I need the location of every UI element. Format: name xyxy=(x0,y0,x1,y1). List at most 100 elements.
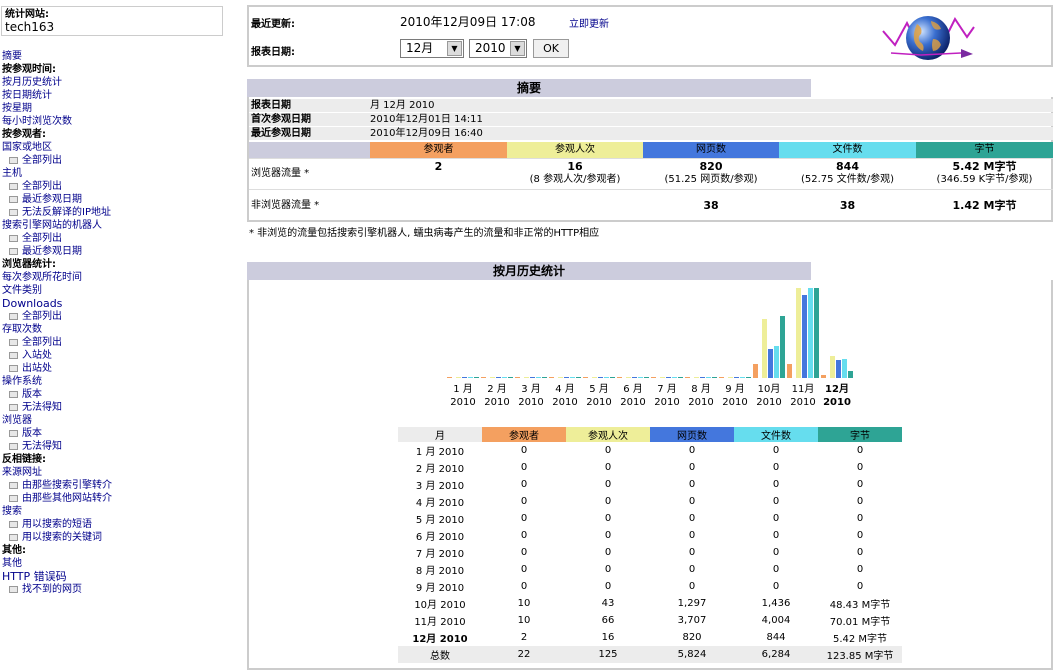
sidebar-item-41[interactable]: 找不到的网页 xyxy=(0,583,226,596)
sidebar-item-37[interactable]: 用以搜索的关键词 xyxy=(0,531,226,544)
bar-6-series-0 xyxy=(617,377,622,378)
sidebar-item-30[interactable]: 无法得知 xyxy=(0,440,226,453)
cell-bandwidth: 0 xyxy=(856,445,864,456)
sidebar-item-25[interactable]: 操作系统 xyxy=(0,375,226,388)
year-label: 2010 xyxy=(620,397,646,408)
list-icon xyxy=(9,196,18,203)
month-select-value: 12月 xyxy=(406,41,434,55)
year-label: 2010 xyxy=(552,397,578,408)
cell-visits: 0 xyxy=(604,445,612,456)
bar-8-series-3 xyxy=(706,377,711,378)
cell-bandwidth: 70.01 M字节 xyxy=(829,617,891,628)
sidebar-item-label: 存取次数 xyxy=(2,324,42,335)
cell-hits: 0 xyxy=(772,547,780,558)
sidebar-item-4[interactable]: 按星期 xyxy=(0,102,226,115)
summary-row-label: 最近参观日期 xyxy=(251,128,311,139)
sidebar-item-21[interactable]: 存取次数 xyxy=(0,323,226,336)
bar-11-series-3 xyxy=(808,288,813,378)
cell-month: 1 月 2010 xyxy=(415,447,465,458)
cell-month: 9 月 2010 xyxy=(415,583,465,594)
sidebar-item-28[interactable]: 浏览器 xyxy=(0,414,226,427)
cell-hits: 0 xyxy=(772,479,780,490)
cell-pages: 0 xyxy=(688,547,696,558)
cell-bandwidth: 48.43 M字节 xyxy=(829,600,891,611)
cell-visitors: 10 xyxy=(517,598,531,609)
sidebar-item-5[interactable]: 每小时浏览次数 xyxy=(0,115,226,128)
cell-bandwidth: 0 xyxy=(856,530,864,541)
sidebar-item-32[interactable]: 来源网址 xyxy=(0,466,226,479)
sidebar-item-7[interactable]: 国家或地区 xyxy=(0,141,226,154)
site-box: 统计网站: tech163 xyxy=(1,6,223,36)
divider xyxy=(249,158,1053,159)
list-icon xyxy=(9,157,18,164)
sidebar-item-3[interactable]: 按日期统计 xyxy=(0,89,226,102)
sidebar-item-11[interactable]: 最近参观日期 xyxy=(0,193,226,206)
bar-1-series-0 xyxy=(447,377,452,378)
sidebar-item-16: 浏览器统计: xyxy=(0,258,226,271)
sidebar-item-35[interactable]: 搜索 xyxy=(0,505,226,518)
bar-11-series-1 xyxy=(796,288,801,378)
sidebar-item-24[interactable]: 出站处 xyxy=(0,362,226,375)
sidebar-item-9[interactable]: 主机 xyxy=(0,167,226,180)
sidebar-item-label: 按月历史统计 xyxy=(2,77,62,88)
sidebar-item-22[interactable]: 全部列出 xyxy=(0,336,226,349)
bar-3-series-1 xyxy=(524,377,529,378)
bar-7-series-2 xyxy=(666,377,671,378)
cell-hits: 0 xyxy=(772,462,780,473)
sidebar-item-29[interactable]: 版本 xyxy=(0,427,226,440)
col-bandwidth: 字节 xyxy=(916,142,1053,158)
sidebar-item-34[interactable]: 由那些其他网站转介 xyxy=(0,492,226,505)
update-now-link[interactable]: 立即更新 xyxy=(569,15,609,30)
bar-11-series-4 xyxy=(814,288,819,378)
sidebar-item-27[interactable]: 无法得知 xyxy=(0,401,226,414)
month-label: 3 月 xyxy=(521,384,541,395)
sidebar-item-20[interactable]: 全部列出 xyxy=(0,310,226,323)
ok-button[interactable]: OK xyxy=(533,39,569,58)
cell-month: 6 月 2010 xyxy=(415,532,465,543)
sidebar-item-36[interactable]: 用以搜索的短语 xyxy=(0,518,226,531)
month-label: 6 月 xyxy=(623,384,643,395)
sidebar-item-40[interactable]: HTTP 错误码 xyxy=(0,570,226,583)
summary-row-label: 首次参观日期 xyxy=(251,114,311,125)
cell-bandwidth: 0 xyxy=(856,479,864,490)
sidebar-item-14[interactable]: 全部列出 xyxy=(0,232,226,245)
list-icon xyxy=(9,352,18,359)
sidebar-item-23[interactable]: 入站处 xyxy=(0,349,226,362)
sidebar-item-1: 按参观时间: xyxy=(0,63,226,76)
cell-pages: 0 xyxy=(688,530,696,541)
month-label: 4 月 xyxy=(555,384,575,395)
cell-visits: 43 xyxy=(601,598,615,609)
cell-hits: 0 xyxy=(772,496,780,507)
sidebar-item-31: 反相链接: xyxy=(0,453,226,466)
sidebar-item-12[interactable]: 无法反解译的IP地址 xyxy=(0,206,226,219)
year-select[interactable]: 2010 ▼ xyxy=(469,39,527,58)
sidebar-item-15[interactable]: 最近参观日期 xyxy=(0,245,226,258)
sidebar-item-17[interactable]: 每次参观所花时间 xyxy=(0,271,226,284)
sidebar-item-13[interactable]: 搜索引擎网站的机器人 xyxy=(0,219,226,232)
bar-12-series-4 xyxy=(848,371,853,378)
cell-month: 11月 2010 xyxy=(414,617,466,628)
list-icon xyxy=(9,365,18,372)
sidebar-item-8[interactable]: 全部列出 xyxy=(0,154,226,167)
sidebar-item-33[interactable]: 由那些搜索引擎转介 xyxy=(0,479,226,492)
bar-2-series-0 xyxy=(481,377,486,378)
sidebar-item-19[interactable]: Downloads xyxy=(0,297,226,310)
year-label: 2010 xyxy=(484,397,510,408)
cell-visits: 0 xyxy=(604,547,612,558)
sidebar-item-label: 摘要 xyxy=(2,51,22,62)
sidebar-item-10[interactable]: 全部列出 xyxy=(0,180,226,193)
cell-visits: 16 xyxy=(601,632,615,643)
month-select[interactable]: 12月 ▼ xyxy=(400,39,464,58)
sidebar-item-26[interactable]: 版本 xyxy=(0,388,226,401)
list-icon xyxy=(9,391,18,398)
sidebar-item-0[interactable]: 摘要 xyxy=(0,50,226,63)
cell-pages: 0 xyxy=(688,462,696,473)
table-row: 1 月 2010 0 0 0 0 0 xyxy=(398,442,902,459)
bar-8-series-2 xyxy=(700,377,705,378)
summary-row-value: 2010年12月01日 14:11 xyxy=(370,114,483,125)
sidebar-item-label: 来源网址 xyxy=(2,467,42,478)
sidebar-item-18[interactable]: 文件类别 xyxy=(0,284,226,297)
summary-row-report-date: 报表日期 月 12月 2010 xyxy=(249,99,1053,112)
sidebar-item-39[interactable]: 其他 xyxy=(0,557,226,570)
sidebar-item-2[interactable]: 按月历史统计 xyxy=(0,76,226,89)
